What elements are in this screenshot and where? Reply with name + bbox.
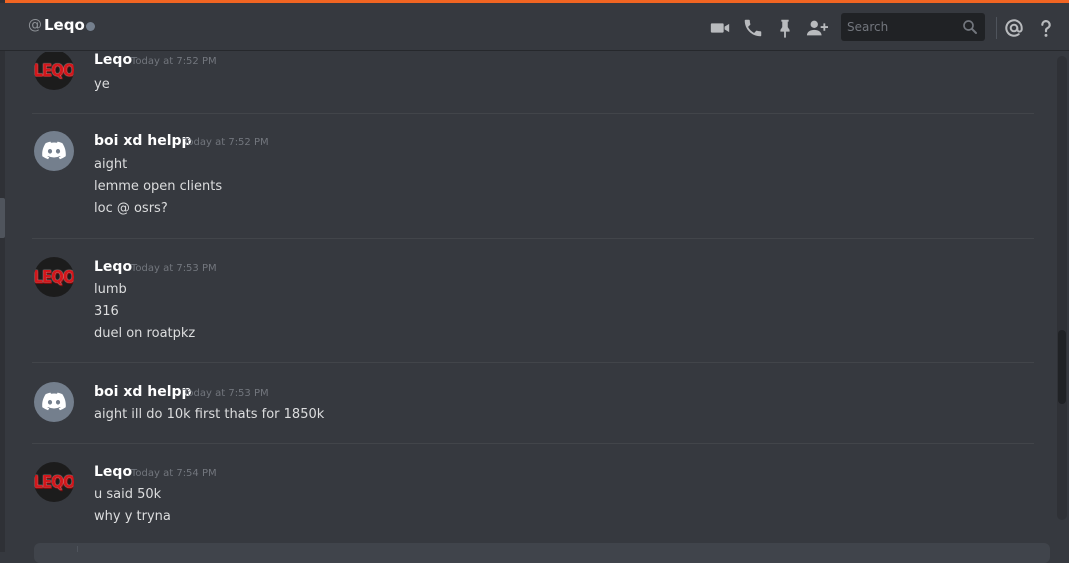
message-author[interactable]: Leqo [94,259,132,275]
avatar[interactable]: LEQO [34,462,74,502]
discord-logo-icon [42,392,66,411]
header-divider [996,17,997,39]
message-composer[interactable] [34,543,1050,563]
pin-icon[interactable] [774,17,796,39]
channel-header: @ Leqo [0,3,1069,51]
message-author[interactable]: boi xd helpp [94,384,192,400]
message-line: lumb [94,282,127,297]
dm-at-icon: @ [28,17,42,33]
avatar-logo-text: LEQO [34,266,74,288]
message-line: duel on roatpkz [94,326,196,341]
message-divider [32,362,1034,363]
message-timestamp: Today at 7:52 PM [183,137,269,148]
mention-icon[interactable] [1003,17,1025,39]
avatar[interactable]: LEQO [34,52,74,90]
composer-divider [77,546,78,552]
avatar[interactable] [34,382,74,422]
message-scrollbar-track[interactable] [1057,56,1067,520]
message-line: ye [94,77,110,92]
help-icon[interactable] [1035,17,1057,39]
message-timestamp: Today at 7:54 PM [131,468,217,479]
message-timestamp: Today at 7:53 PM [131,263,217,274]
add-friend-icon[interactable] [806,17,828,39]
discord-logo-icon [42,141,66,160]
channel-title[interactable]: Leqo [44,16,85,34]
message-line: aight [94,157,128,172]
avatar-logo-text: LEQO [34,471,74,493]
message-author[interactable]: Leqo [94,52,132,68]
search-icon [961,18,979,36]
video-call-icon[interactable] [709,17,731,39]
message-list[interactable]: LEQO Leqo Today at 7:52 PM ye boi xd hel… [0,52,1055,524]
message-line: u said 50k [94,487,162,502]
message-line: lemme open clients [94,179,223,194]
message-line: why y tryna [94,509,171,524]
message-divider [32,113,1034,114]
avatar[interactable]: LEQO [34,257,74,297]
message-divider [32,238,1034,239]
message-author[interactable]: boi xd helpp [94,133,192,149]
message-scrollbar-thumb[interactable] [1058,330,1066,404]
status-indicator [86,22,95,31]
message-author[interactable]: Leqo [94,464,132,480]
message-line: 316 [94,304,119,319]
message-line: loc @ osrs? [94,201,168,216]
search-box[interactable] [841,13,985,41]
search-input[interactable] [841,13,959,41]
message-timestamp: Today at 7:53 PM [183,388,269,399]
voice-call-icon[interactable] [742,17,764,39]
avatar[interactable] [34,131,74,171]
message-line: aight ill do 10k first thats for 1850k [94,407,325,422]
avatar-logo-text: LEQO [34,59,74,81]
message-divider [32,443,1034,444]
message-timestamp: Today at 7:52 PM [131,56,217,67]
